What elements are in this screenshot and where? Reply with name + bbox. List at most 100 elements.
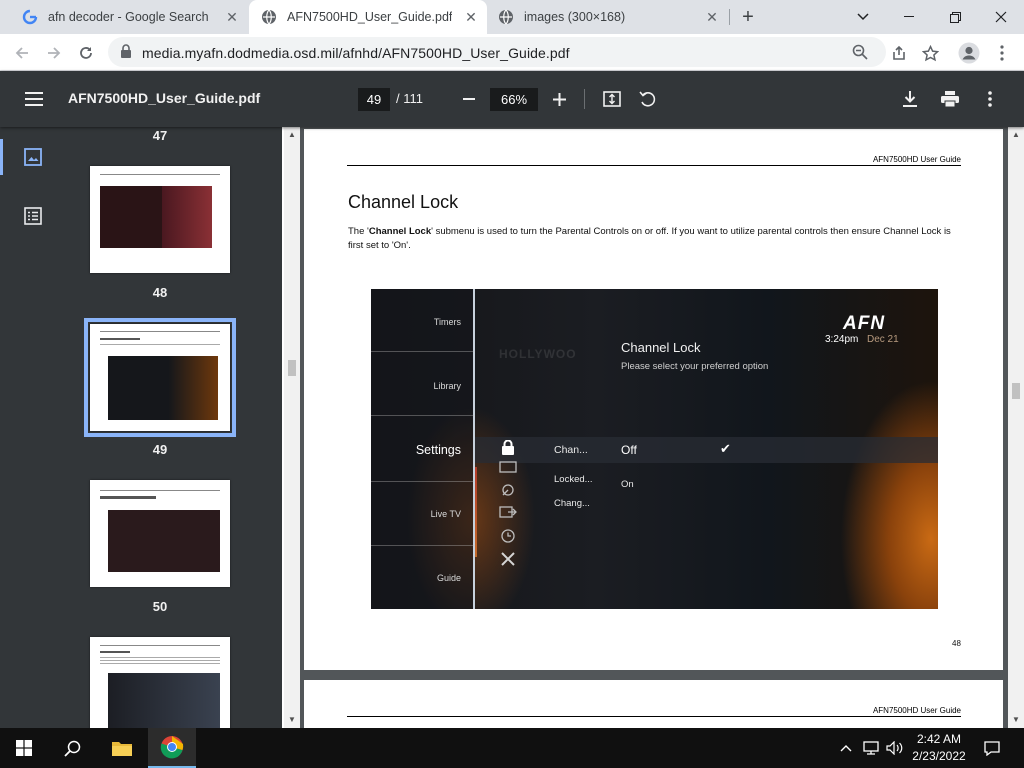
avatar-icon: [958, 42, 980, 64]
thumbnail-page-50[interactable]: [90, 480, 230, 587]
bookmark-button[interactable]: [917, 40, 943, 66]
page-number: 48: [952, 639, 961, 648]
notifications-button[interactable]: [978, 728, 1006, 768]
google-icon: [22, 9, 38, 25]
network-button[interactable]: [860, 728, 884, 768]
tv-menu-item: Live TV: [430, 509, 461, 519]
start-button[interactable]: [0, 728, 48, 768]
pdf-filename: AFN7500HD_User_Guide.pdf: [68, 90, 261, 106]
tab-search-button[interactable]: [840, 0, 886, 34]
tab-separator: [729, 9, 730, 25]
tv-screen-subtitle: Please select your preferred option: [621, 361, 769, 372]
star-icon: [921, 44, 939, 61]
tab-title: AFN7500HD_User_Guide.pdf: [287, 10, 453, 24]
thumbnail-label: 48: [152, 285, 168, 300]
sidebar-toggle-button[interactable]: [22, 87, 46, 111]
zoom-input[interactable]: 66%: [490, 88, 538, 111]
tray-overflow-button[interactable]: [836, 728, 856, 768]
tv-menu-item: Library: [433, 381, 461, 391]
more-vert-icon: [988, 91, 992, 107]
clock-time[interactable]: 2:42 AM: [905, 732, 973, 746]
thumbnails-view-button[interactable]: [24, 148, 42, 171]
share-icon: [893, 45, 905, 60]
tv-menu-divider: [371, 545, 475, 546]
tv-date: Dec 21: [867, 334, 899, 345]
outline-view-button[interactable]: [24, 207, 42, 230]
rotate-button[interactable]: [636, 87, 660, 111]
tab-pdf-guide[interactable]: AFN7500HD_User_Guide.pdf ✕: [249, 0, 487, 34]
toolbar-divider: [584, 89, 585, 109]
close-tab-icon[interactable]: ✕: [224, 9, 240, 25]
scroll-thumb[interactable]: [1012, 383, 1020, 399]
restore-button[interactable]: [932, 0, 978, 34]
rotate-icon: [639, 91, 656, 107]
close-window-button[interactable]: [978, 0, 1024, 34]
minus-icon: [463, 98, 475, 100]
windows-taskbar: 2:42 AM 2/23/2022: [0, 728, 1024, 768]
pdf-toolbar: AFN7500HD_User_Guide.pdf 49 / 111 66%: [0, 71, 1024, 127]
print-button[interactable]: [938, 87, 962, 111]
tv-menu-divider: [371, 415, 475, 416]
scroll-down-icon[interactable]: ▼: [284, 712, 300, 728]
tab-strip: afn decoder - Google Search ✕ AFN7500HD_…: [0, 0, 1024, 34]
header-rule: [347, 716, 961, 717]
download-button[interactable]: [898, 87, 922, 111]
profile-button[interactable]: [956, 40, 982, 66]
address-bar[interactable]: media.myafn.dodmedia.osd.mil/afnhd/AFN75…: [108, 37, 886, 67]
chrome-menu-button[interactable]: [989, 40, 1015, 66]
zoom-out-button[interactable]: [457, 87, 481, 111]
menu-icon: [25, 92, 43, 106]
volume-button[interactable]: [884, 728, 906, 768]
scroll-thumb[interactable]: [288, 360, 296, 376]
scroll-up-icon[interactable]: ▲: [1008, 127, 1024, 143]
network-icon: [863, 741, 879, 755]
thumbnail-page-48[interactable]: [90, 166, 230, 273]
file-explorer-button[interactable]: [98, 728, 146, 768]
thumbnail-image: [108, 673, 220, 728]
folder-icon: [112, 742, 132, 756]
scroll-down-icon[interactable]: ▼: [1008, 712, 1024, 728]
forward-button[interactable]: [41, 40, 67, 66]
tab-images[interactable]: images (300×168) ✕: [488, 0, 728, 34]
document-scrollbar[interactable]: ▲ ▼: [1008, 127, 1024, 728]
section-body: The 'Channel Lock' submenu is used to tu…: [348, 225, 968, 253]
pdf-menu-button[interactable]: [978, 87, 1002, 111]
zoom-in-button[interactable]: [547, 87, 571, 111]
image-icon: [24, 148, 42, 166]
search-button[interactable]: [48, 728, 96, 768]
tab-title: afn decoder - Google Search: [48, 10, 209, 24]
zoom-lens-icon[interactable]: [852, 44, 868, 65]
arrow-left-icon: [15, 47, 28, 59]
arrow-right-icon: [48, 47, 61, 59]
tv-main-menu: Timers Library Settings Live TV Guide: [371, 289, 475, 609]
tab-google-search[interactable]: afn decoder - Google Search ✕: [8, 0, 248, 34]
print-icon: [941, 91, 959, 107]
notification-icon: [984, 740, 1000, 756]
close-tab-icon[interactable]: ✕: [463, 9, 479, 25]
thumbnail-page-49[interactable]: [84, 318, 236, 437]
scroll-up-icon[interactable]: ▲: [284, 127, 300, 143]
share-button[interactable]: [886, 40, 912, 66]
tv-menu-accent: [475, 467, 477, 557]
thumbnail-page-51[interactable]: [90, 637, 230, 728]
body-text: ' submenu is used to turn the Parental C…: [348, 226, 951, 251]
clock-icon: [499, 529, 517, 547]
minimize-button[interactable]: [886, 0, 932, 34]
search-icon: [63, 740, 80, 757]
chrome-taskbar-button[interactable]: [148, 728, 196, 768]
tv-screen-title: Channel Lock: [621, 340, 701, 355]
fit-page-button[interactable]: [600, 87, 624, 111]
thumbnail-scrollbar[interactable]: ▲ ▼: [284, 127, 300, 728]
tv-submenu-item-selected: Chan...: [554, 444, 588, 456]
globe-icon: [261, 9, 277, 25]
tv-option: On: [621, 479, 634, 490]
page-number-input[interactable]: 49: [358, 88, 390, 111]
windows-logo-icon: [16, 740, 32, 756]
clock-date[interactable]: 2/23/2022: [905, 749, 973, 763]
reload-button[interactable]: [73, 40, 99, 66]
check-icon: ✔: [720, 441, 731, 456]
back-button[interactable]: [9, 40, 35, 66]
globe-icon: [498, 9, 514, 25]
new-tab-button[interactable]: +: [734, 0, 762, 34]
close-tab-icon[interactable]: ✕: [704, 9, 720, 25]
